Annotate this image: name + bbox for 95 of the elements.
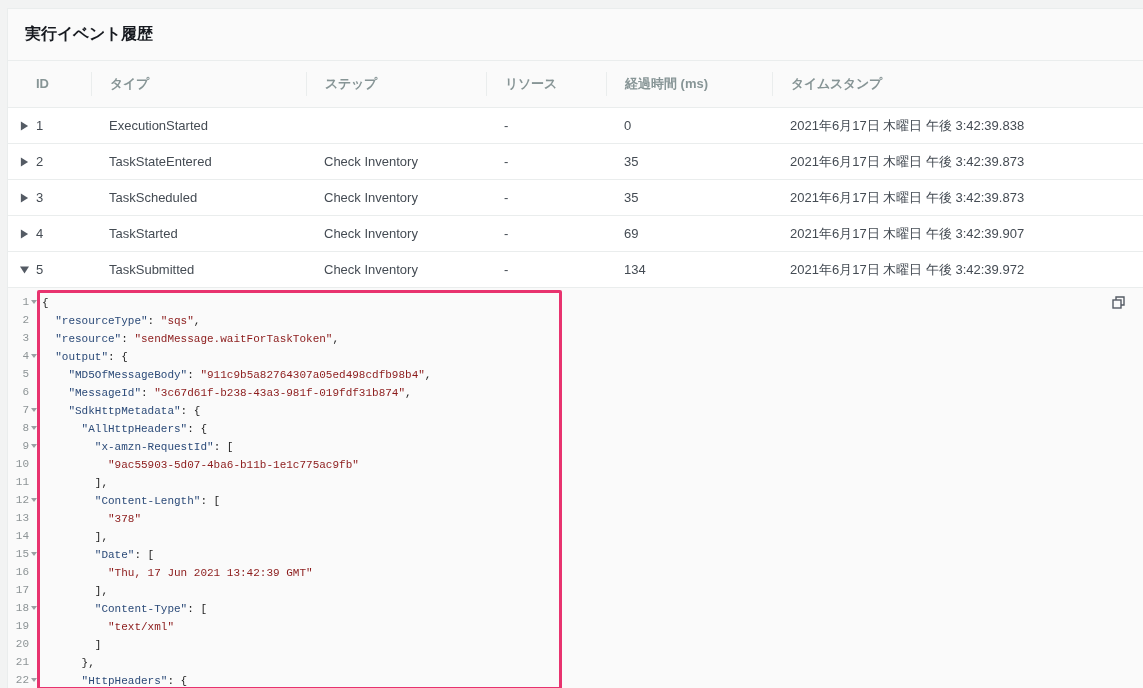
- timestamp: 2021年6月17日 木曜日 午後 3:42:39.907: [789, 224, 1026, 243]
- code-line: "SdkHttpMetadata": {: [67, 404, 201, 419]
- line-number: 14: [15, 530, 29, 542]
- fold-icon[interactable]: [31, 299, 37, 305]
- line-number: 21: [15, 656, 29, 668]
- code-line: "MessageId": "3c67d61f-b238-43a3-981f-019fdf31b874",: [67, 386, 412, 401]
- elapsed-time: 0: [623, 118, 633, 133]
- event-id: 5: [36, 262, 44, 277]
- step-name: Check Inventory: [323, 262, 419, 277]
- event-id: 4: [36, 226, 44, 241]
- line-number: 15: [15, 548, 29, 560]
- line-number: 7: [22, 404, 29, 416]
- timestamp: 2021年6月17日 木曜日 午後 3:42:39.972: [789, 260, 1026, 279]
- caret-right-icon[interactable]: [20, 156, 29, 167]
- line-number: 20: [15, 638, 29, 650]
- code-line: "9ac55903-5d07-4ba6-b11b-1e1c775ac9fb": [107, 458, 359, 473]
- code-line: ]: [93, 638, 102, 653]
- event-type: TaskSubmitted: [108, 262, 196, 277]
- line-number: 12: [15, 494, 29, 506]
- resource-cell-text: -: [503, 262, 510, 277]
- line-number: 22: [15, 674, 29, 686]
- code-line: "Thu, 17 Jun 2021 13:42:39 GMT": [107, 566, 313, 581]
- column-header[interactable]: ID: [8, 72, 91, 96]
- line-number: 10: [15, 458, 29, 470]
- line-number: 16: [15, 566, 29, 578]
- code-line: "HttpHeaders": {: [80, 674, 188, 687]
- code-line: "x-amzn-RequestId": [: [93, 440, 234, 455]
- code-line: },: [80, 656, 95, 671]
- line-number: 5: [22, 368, 29, 380]
- code-line: "text/xml": [107, 620, 174, 635]
- code-line: "resource": "sendMessage.waitForTaskToken",: [54, 332, 340, 347]
- elapsed-time: 69: [623, 226, 640, 241]
- caret-right-icon[interactable]: [20, 120, 29, 131]
- elapsed-time: 35: [623, 190, 640, 205]
- event-id: 2: [36, 154, 44, 169]
- resource-cell-text: -: [503, 118, 510, 133]
- step-name: Check Inventory: [323, 226, 419, 241]
- line-number: 18: [15, 602, 29, 614]
- resource-cell-text: -: [503, 226, 510, 241]
- code-line: "Content-Length": [: [93, 494, 221, 509]
- caret-right-icon[interactable]: [20, 192, 29, 203]
- elapsed-time: 134: [623, 262, 647, 277]
- code-line: "output": {: [54, 350, 128, 365]
- line-number: 4: [22, 350, 29, 362]
- event-type: TaskScheduled: [108, 190, 199, 205]
- resource-cell-text: -: [503, 190, 510, 205]
- fold-icon[interactable]: [31, 353, 37, 359]
- line-number: 11: [15, 476, 29, 488]
- line-number: 3: [22, 332, 29, 344]
- code-line: "MD5OfMessageBody": "911c9b5a82764307a05ed498cdfb98b4",: [67, 368, 432, 383]
- code-line: ],: [93, 476, 108, 491]
- copy-icon[interactable]: [1112, 296, 1125, 309]
- column-header[interactable]: タイプ: [91, 72, 306, 96]
- column-header[interactable]: タイムスタンプ: [772, 72, 1143, 96]
- line-number: 2: [22, 314, 29, 326]
- code-line: "AllHttpHeaders": {: [80, 422, 208, 437]
- line-number: 9: [22, 440, 29, 452]
- step-name: Check Inventory: [323, 190, 419, 205]
- resource-cell-text: -: [503, 154, 510, 169]
- column-header[interactable]: 経過時間 (ms): [606, 72, 772, 96]
- line-number: 19: [15, 620, 29, 632]
- fold-icon[interactable]: [31, 605, 37, 611]
- code-line: ],: [93, 530, 108, 545]
- line-number: 8: [22, 422, 29, 434]
- line-number: 13: [15, 512, 29, 524]
- column-header[interactable]: ステップ: [306, 72, 486, 96]
- event-id: 3: [36, 190, 44, 205]
- timestamp: 2021年6月17日 木曜日 午後 3:42:39.873: [789, 188, 1026, 207]
- code-line: {: [41, 296, 49, 311]
- event-type: TaskStateEntered: [108, 154, 213, 169]
- code-line: ],: [93, 584, 108, 599]
- elapsed-time: 35: [623, 154, 640, 169]
- panel-title: 実行イベント履歴: [25, 24, 153, 44]
- fold-icon[interactable]: [31, 677, 37, 683]
- fold-icon[interactable]: [31, 407, 37, 413]
- code-line: "378": [107, 512, 141, 527]
- timestamp: 2021年6月17日 木曜日 午後 3:42:39.873: [789, 152, 1026, 171]
- line-number: 1: [22, 296, 29, 308]
- event-type: ExecutionStarted: [108, 118, 209, 133]
- code-line: "Content-Type": [: [93, 602, 208, 617]
- timestamp: 2021年6月17日 木曜日 午後 3:42:39.838: [789, 116, 1026, 135]
- code-line: "resourceType": "sqs",: [54, 314, 201, 329]
- caret-down-icon[interactable]: [20, 264, 29, 275]
- fold-icon[interactable]: [31, 425, 37, 431]
- code-line: "Date": [: [93, 548, 155, 563]
- fold-icon[interactable]: [31, 443, 37, 449]
- event-type: TaskStarted: [108, 226, 179, 241]
- event-id: 1: [36, 118, 44, 133]
- line-number: 6: [22, 386, 29, 398]
- fold-icon[interactable]: [31, 497, 37, 503]
- caret-right-icon[interactable]: [20, 228, 29, 239]
- column-header[interactable]: リソース: [486, 72, 606, 96]
- fold-icon[interactable]: [31, 551, 37, 557]
- step-name: Check Inventory: [323, 154, 419, 169]
- line-number: 17: [15, 584, 29, 596]
